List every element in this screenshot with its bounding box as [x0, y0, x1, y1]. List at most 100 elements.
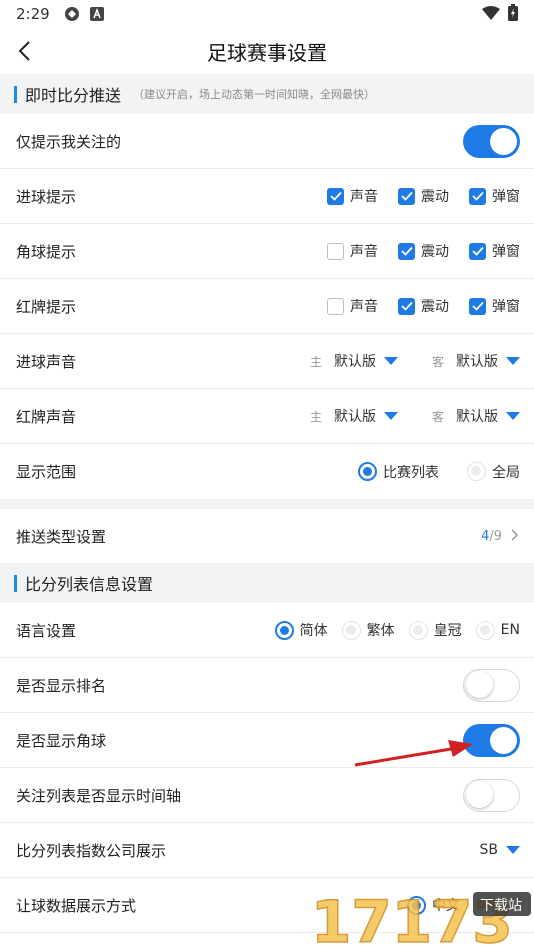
checkbox-checked-icon	[469, 242, 486, 260]
redcard-sound-checkbox[interactable]: 声音	[327, 296, 378, 316]
select-prefix: 主	[309, 354, 322, 369]
language-en-radio[interactable]: EN	[475, 620, 520, 640]
top-app-bar: 足球赛事设置	[0, 28, 534, 74]
radio-label: EN	[500, 622, 520, 638]
checkbox-checked-icon	[469, 187, 486, 205]
checkbox-label: 震动	[421, 244, 449, 260]
row-push-type[interactable]: 推送类型设置 4/9	[0, 509, 534, 563]
row-label: 比分列表指数公司展示	[16, 841, 167, 860]
goal-sound-home-select[interactable]: 主 默认版	[310, 351, 398, 371]
row-label: 进球提示	[16, 187, 77, 206]
select-prefix: 客	[431, 409, 444, 424]
radio-unselected-icon	[341, 620, 361, 640]
app-notification-icon	[64, 6, 80, 22]
checkbox-label: 弹窗	[492, 299, 520, 315]
checkbox-label: 弹窗	[492, 244, 520, 260]
checkbox-label: 声音	[350, 299, 378, 315]
radio-label: 简体	[299, 623, 328, 639]
select-value: 默认版	[333, 409, 376, 425]
section-title: 比分列表信息设置	[25, 575, 154, 594]
row-goal-alert: 进球提示 声音 震动 弹窗	[0, 169, 534, 224]
dropdown-triangle-icon	[383, 357, 398, 365]
status-bar: 2:29	[0, 0, 534, 28]
row-goal-sound: 进球声音 主 默认版 客 默认版	[0, 334, 534, 389]
select-value: 默认版	[456, 354, 498, 370]
row-redcard-sound: 红牌声音 主 默认版 客 默认版	[0, 389, 534, 444]
row-label: 仅提示我关注的	[16, 132, 122, 151]
corner-sound-checkbox[interactable]: 声音	[327, 241, 378, 261]
section-title: 即时比分推送	[25, 86, 122, 105]
row-label: 红牌提示	[16, 297, 77, 316]
goal-sound-checkbox[interactable]: 声音	[327, 186, 378, 206]
wifi-icon	[482, 5, 500, 24]
select-value: SB	[479, 842, 499, 858]
select-prefix: 主	[309, 409, 322, 424]
row-label: 让球数据展示方式	[16, 896, 137, 915]
svg-text:下载站: 下载站	[480, 898, 522, 914]
radio-selected-icon	[358, 462, 377, 481]
annotation-arrow-icon	[354, 740, 473, 767]
range-global-radio[interactable]: 全局	[467, 462, 520, 482]
checkbox-unchecked-icon	[327, 297, 344, 315]
index-company-select[interactable]: SB	[479, 842, 520, 858]
row-label: 语言设置	[16, 621, 77, 640]
only-followed-toggle[interactable]	[463, 124, 520, 158]
row-corner-alert: 角球提示 声音 震动 弹窗	[0, 224, 534, 279]
dropdown-triangle-icon	[506, 357, 520, 365]
select-value: 默认版	[333, 354, 376, 370]
radio-label: 繁体	[366, 623, 395, 639]
show-rank-toggle[interactable]	[463, 668, 520, 702]
back-arrow-icon[interactable]	[12, 36, 40, 66]
checkbox-label: 声音	[350, 244, 378, 260]
section-header-score-list: 比分列表信息设置	[0, 563, 534, 603]
dropdown-triangle-icon	[506, 412, 520, 420]
goal-sound-away-select[interactable]: 客 默认版	[432, 351, 520, 371]
goal-popup-checkbox[interactable]: 弹窗	[469, 186, 520, 206]
row-redcard-alert: 红牌提示 声音 震动 弹窗	[0, 279, 534, 334]
corner-popup-checkbox[interactable]: 弹窗	[469, 241, 520, 261]
redcard-popup-checkbox[interactable]: 弹窗	[469, 296, 520, 316]
row-label: 红牌声音	[16, 407, 77, 426]
push-type-count: 4/9	[481, 528, 502, 544]
range-match-list-radio[interactable]: 比赛列表	[358, 462, 439, 482]
section-accent-bar	[14, 574, 17, 592]
row-label: 进球声音	[16, 352, 77, 371]
language-simplified-radio[interactable]: 简体	[274, 620, 328, 640]
radio-label: 皇冠	[433, 623, 462, 639]
corner-vibrate-checkbox[interactable]: 震动	[398, 241, 449, 261]
timeline-toggle[interactable]	[463, 778, 520, 812]
checkbox-label: 震动	[421, 189, 449, 205]
row-label: 是否显示角球	[16, 731, 107, 750]
select-prefix: 客	[431, 354, 444, 369]
radio-unselected-icon	[408, 620, 428, 640]
checkbox-checked-icon	[398, 242, 415, 260]
status-time: 2:29	[16, 5, 50, 23]
section-header-live-push: 即时比分推送 （建议开启，场上动态第一时间知晓，全网最快）	[0, 74, 534, 114]
checkbox-checked-icon	[327, 187, 344, 205]
language-traditional-radio[interactable]: 繁体	[341, 620, 395, 640]
row-label: 显示范围	[16, 463, 77, 481]
checkbox-checked-icon	[398, 297, 415, 315]
radio-label: 全局	[492, 464, 520, 481]
redcard-vibrate-checkbox[interactable]: 震动	[398, 296, 449, 316]
radio-label: 比赛列表	[383, 464, 439, 481]
checkbox-label: 声音	[350, 189, 378, 205]
goal-vibrate-checkbox[interactable]: 震动	[398, 186, 449, 206]
row-display-range: 显示范围 比赛列表 全局	[0, 444, 534, 499]
chevron-right-icon	[510, 527, 520, 546]
radio-selected-icon	[274, 620, 294, 640]
section-hint: （建议开启，场上动态第一时间知晓，全网最快）	[133, 88, 376, 101]
row-timeline: 关注列表是否显示时间轴	[0, 768, 534, 823]
redcard-sound-home-select[interactable]: 主 默认版	[310, 406, 398, 426]
redcard-sound-away-select[interactable]: 客 默认版	[432, 406, 520, 426]
watermark-logo: 17173 下载站	[305, 880, 534, 950]
checkbox-label: 震动	[421, 299, 449, 315]
row-label: 推送类型设置	[16, 527, 107, 546]
checkbox-checked-icon	[398, 187, 415, 205]
dropdown-triangle-icon	[383, 412, 398, 420]
radio-unselected-icon	[475, 620, 495, 640]
row-label: 角球提示	[16, 242, 77, 261]
language-crown-radio[interactable]: 皇冠	[408, 620, 462, 640]
section-accent-bar	[14, 85, 17, 103]
row-only-followed: 仅提示我关注的	[0, 114, 534, 169]
